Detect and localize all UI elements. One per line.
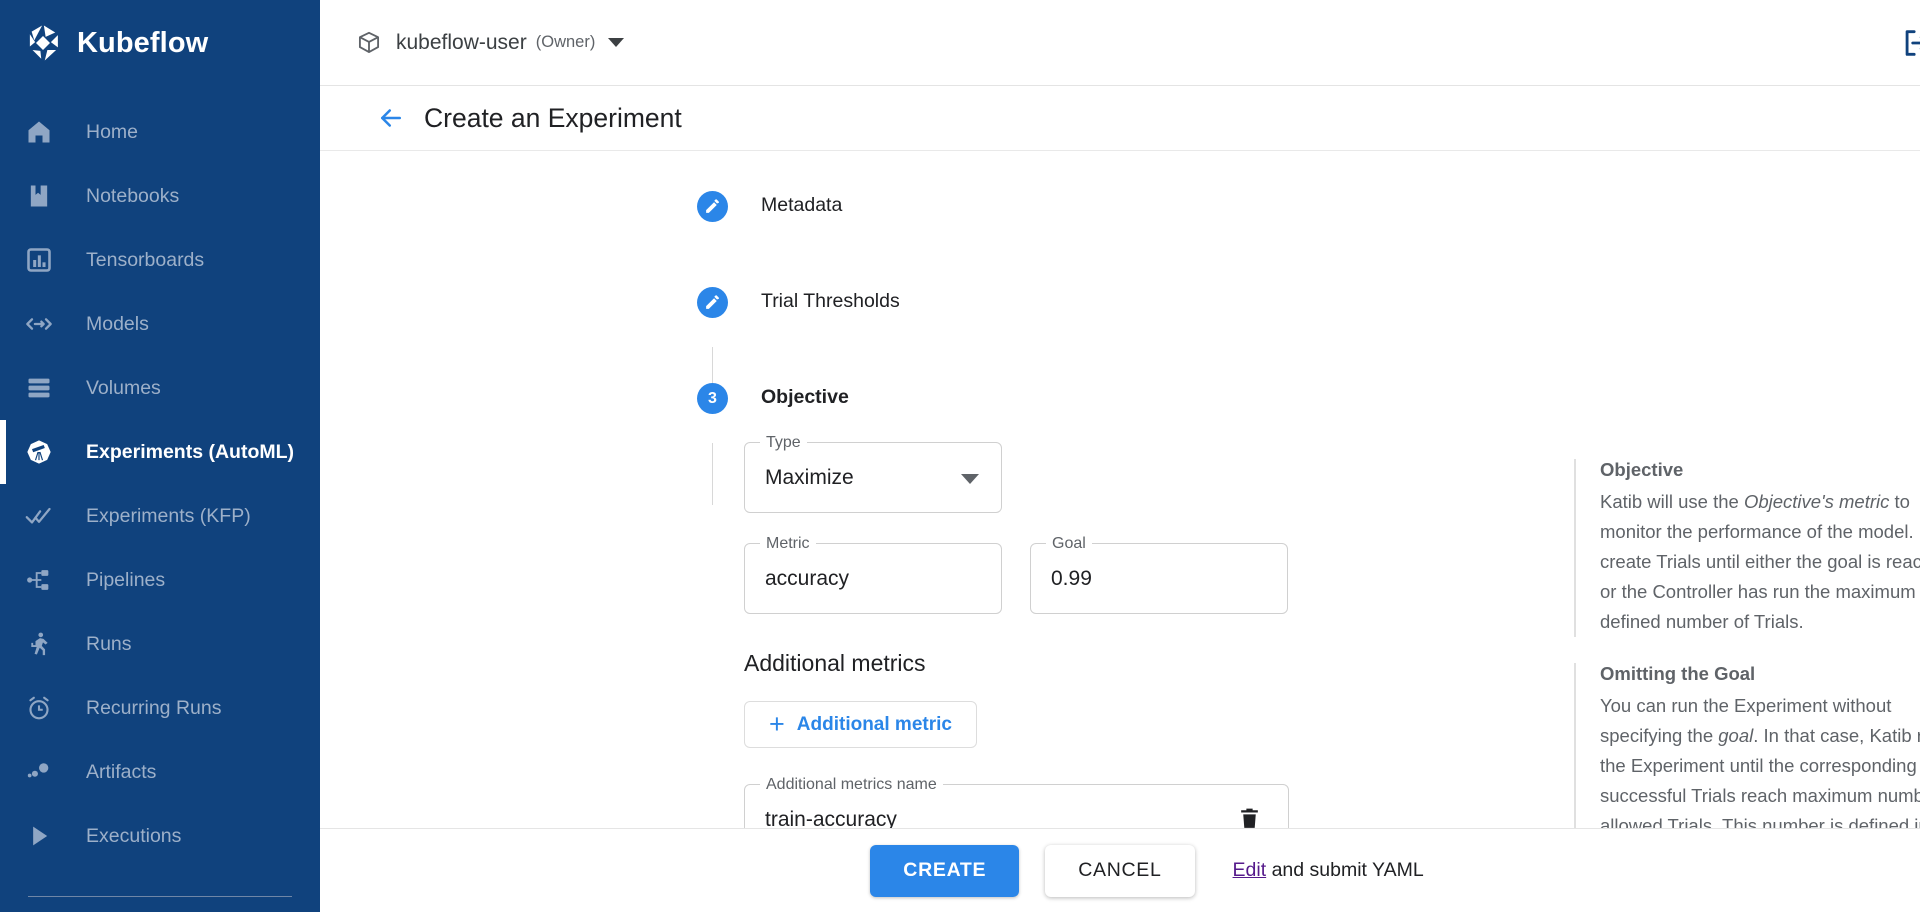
sidebar-item-label: Pipelines xyxy=(86,569,165,592)
step-label: Metadata xyxy=(761,191,842,217)
objective-type-value: Maximize xyxy=(765,466,854,490)
step-spacer xyxy=(320,222,1920,287)
create-button[interactable]: CREATE xyxy=(870,845,1019,897)
telescope-icon xyxy=(25,438,53,466)
double-check-icon xyxy=(25,502,53,530)
objective-goal-input[interactable]: Goal 0.99 xyxy=(1030,543,1288,614)
sidebar-item-label: Experiments (AutoML) xyxy=(86,441,294,464)
chevron-down-icon[interactable] xyxy=(961,474,979,484)
objective-goal-label: Goal xyxy=(1046,534,1092,554)
edit-pencil-icon xyxy=(697,287,728,318)
sidebar-item-experiments-kfp[interactable]: Experiments (KFP) xyxy=(0,484,320,548)
sidebar-item-runs[interactable]: Runs xyxy=(0,612,320,676)
alarm-clock-icon xyxy=(25,694,53,722)
step-connector xyxy=(712,443,713,505)
yaml-rest-label: and submit YAML xyxy=(1266,859,1424,881)
sidebar-item-label: Recurring Runs xyxy=(86,697,221,720)
objective-metric-input[interactable]: Metric accuracy xyxy=(744,543,1002,614)
step-label: Trial Thresholds xyxy=(761,287,900,313)
help-title: Omitting the Goal xyxy=(1600,663,1920,685)
step-metadata[interactable]: Metadata xyxy=(320,191,1920,222)
main-area: kubeflow-user (Owner) Create an Experime… xyxy=(320,0,1920,912)
pipeline-icon xyxy=(25,566,53,594)
step-number-badge: 3 xyxy=(697,383,728,414)
sidebar-item-models[interactable]: Models xyxy=(0,292,320,356)
objective-metric-label: Metric xyxy=(760,534,816,554)
scroll-container[interactable]: Metadata Trial Thresholds 3 Objective xyxy=(320,151,1920,828)
code-brackets-icon xyxy=(25,310,53,338)
sidebar-item-tensorboards[interactable]: Tensorboards xyxy=(0,228,320,292)
namespace-role: (Owner) xyxy=(536,33,596,52)
plus-icon: + xyxy=(769,711,785,738)
namespace-selector[interactable]: kubeflow-user (Owner) xyxy=(356,30,624,56)
app-root: Kubeflow Home Notebooks Tensorboards xyxy=(0,0,1920,912)
step-spacer xyxy=(320,318,1920,383)
edit-yaml-link[interactable]: Edit xyxy=(1233,859,1267,881)
additional-metrics-title: Additional metrics xyxy=(744,650,1474,677)
cancel-button[interactable]: CANCEL xyxy=(1045,845,1194,897)
artifacts-dots-icon xyxy=(25,758,53,786)
sidebar-item-label: Notebooks xyxy=(86,185,179,208)
sidebar-item-label: Tensorboards xyxy=(86,249,204,272)
footer-actions: CREATE CANCEL Edit and submit YAML xyxy=(320,828,1920,912)
topbar: kubeflow-user (Owner) xyxy=(320,0,1920,86)
storage-icon xyxy=(25,374,53,402)
edit-pencil-icon xyxy=(697,191,728,222)
additional-metric-label: Additional metrics name xyxy=(760,775,943,795)
yaml-submit-text: Edit and submit YAML xyxy=(1233,859,1424,882)
step-trial-thresholds[interactable]: Trial Thresholds xyxy=(320,287,1920,318)
page-header: Create an Experiment xyxy=(320,86,1920,151)
add-additional-metric-label: Additional metric xyxy=(797,714,952,736)
kubeflow-logo-icon xyxy=(22,22,64,64)
sidebar-item-label: Runs xyxy=(86,633,132,656)
objective-type-label: Type xyxy=(760,433,807,453)
chart-bar-icon xyxy=(25,246,53,274)
chevron-down-icon[interactable] xyxy=(608,38,624,47)
help-body: Katib will use the Objective's metric to… xyxy=(1600,487,1920,637)
play-triangle-icon xyxy=(25,822,53,850)
objective-metric-value: accuracy xyxy=(765,567,849,591)
sidebar-item-label: Volumes xyxy=(86,377,161,400)
help-section-objective: Objective Katib will use the Objective's… xyxy=(1574,459,1920,637)
brand: Kubeflow xyxy=(0,0,320,86)
home-icon xyxy=(25,118,53,146)
objective-goal-value: 0.99 xyxy=(1051,567,1092,591)
help-title: Objective xyxy=(1600,459,1920,481)
sidebar-item-volumes[interactable]: Volumes xyxy=(0,356,320,420)
sidebar-item-recurring-runs[interactable]: Recurring Runs xyxy=(0,676,320,740)
sidebar: Kubeflow Home Notebooks Tensorboards xyxy=(0,0,320,912)
sidebar-item-notebooks[interactable]: Notebooks xyxy=(0,164,320,228)
namespace-name: kubeflow-user xyxy=(396,31,527,55)
sidebar-item-home[interactable]: Home xyxy=(0,100,320,164)
stepper: Metadata Trial Thresholds 3 Objective xyxy=(320,151,1920,414)
sidebar-item-label: Experiments (KFP) xyxy=(86,505,251,528)
sidebar-divider xyxy=(28,896,292,897)
step-label: Objective xyxy=(761,383,849,409)
metric-goal-row: Metric accuracy Goal 0.99 xyxy=(744,543,1474,614)
notebook-icon xyxy=(25,182,53,210)
add-additional-metric-button[interactable]: + Additional metric xyxy=(744,701,977,748)
sidebar-item-artifacts[interactable]: Artifacts xyxy=(0,740,320,804)
sidebar-item-executions[interactable]: Executions xyxy=(0,804,320,868)
logout-icon[interactable] xyxy=(1900,26,1920,60)
sidebar-item-label: Executions xyxy=(86,825,181,848)
cube-package-icon xyxy=(356,30,382,56)
sidebar-item-pipelines[interactable]: Pipelines xyxy=(0,548,320,612)
sidebar-item-label: Models xyxy=(86,313,149,336)
objective-type-select[interactable]: Type Maximize xyxy=(744,442,1002,513)
sidebar-item-experiments-automl[interactable]: Experiments (AutoML) xyxy=(0,420,320,484)
help-emphasis: Objective's metric xyxy=(1744,491,1889,512)
help-emphasis: goal xyxy=(1718,725,1753,746)
content-area: Metadata Trial Thresholds 3 Objective xyxy=(320,151,1920,912)
page-title: Create an Experiment xyxy=(424,103,682,134)
running-person-icon xyxy=(25,630,53,658)
sidebar-item-label: Artifacts xyxy=(86,761,156,784)
step-objective[interactable]: 3 Objective xyxy=(320,383,1920,414)
sidebar-nav: Home Notebooks Tensorboards Models xyxy=(0,100,320,897)
sidebar-item-label: Home xyxy=(86,121,138,144)
brand-label: Kubeflow xyxy=(77,27,208,60)
arrow-left-icon[interactable] xyxy=(376,103,406,133)
